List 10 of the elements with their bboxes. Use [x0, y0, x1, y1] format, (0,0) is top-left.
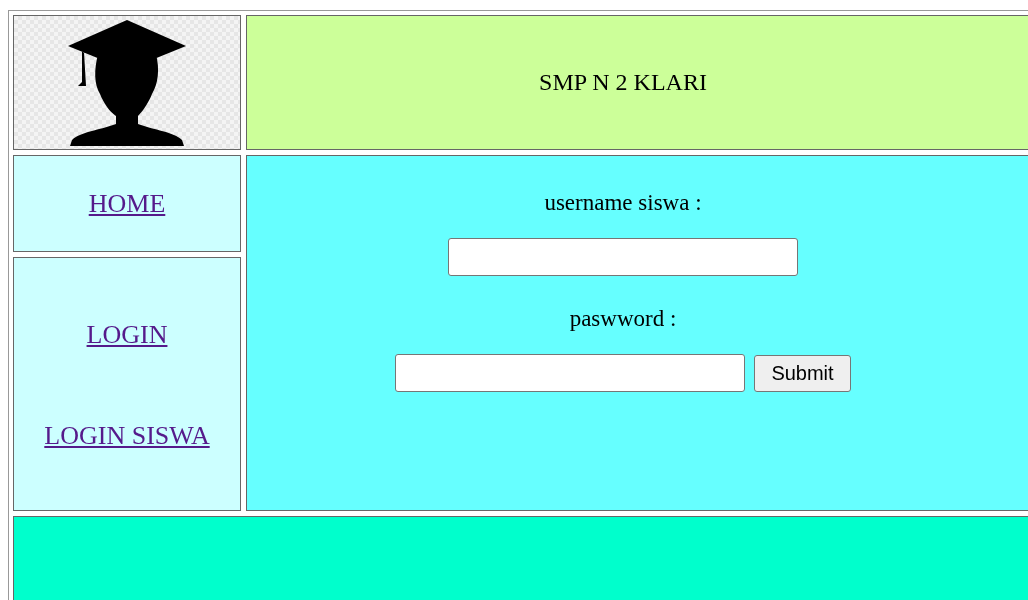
- graduate-silhouette-icon: [68, 19, 186, 146]
- field-label: username siswa :: [544, 190, 702, 216]
- field-label: paswword :: [569, 306, 677, 332]
- submit-button[interactable]: Submit: [754, 354, 851, 392]
- login-link[interactable]: LOGIN: [86, 319, 168, 350]
- home-link[interactable]: HOME: [88, 188, 166, 219]
- username-field[interactable]: [448, 238, 798, 276]
- password-field[interactable]: [395, 354, 746, 392]
- login-link[interactable]: LOGIN SISWA: [44, 420, 210, 451]
- site-title: SMP N 2 KLARI: [539, 69, 707, 96]
